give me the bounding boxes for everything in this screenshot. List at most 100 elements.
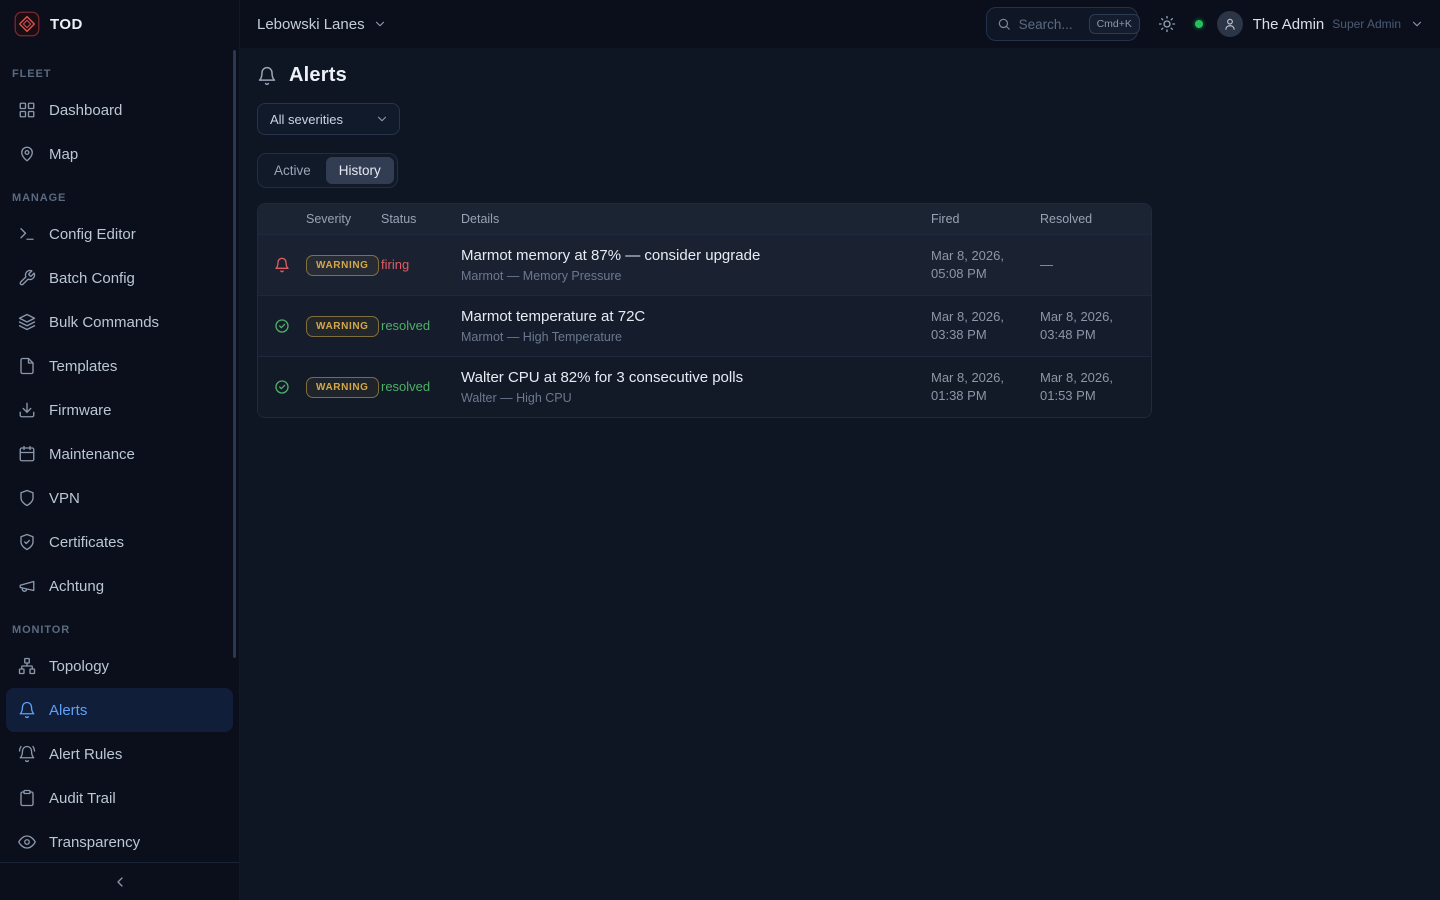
- megaphone-icon: [18, 577, 36, 595]
- nav-label: Batch Config: [49, 270, 135, 287]
- nav-label: Templates: [49, 358, 117, 375]
- avatar: [1217, 11, 1243, 37]
- alerts-table: Severity Status Details Fired Resolved W…: [257, 203, 1152, 418]
- column-header-status: Status: [381, 212, 461, 226]
- tab-active[interactable]: Active: [261, 157, 324, 184]
- column-header-details: Details: [461, 212, 931, 226]
- alert-title: Walter CPU at 82% for 3 consecutive poll…: [461, 369, 931, 386]
- page-title-row: Alerts: [257, 64, 1440, 87]
- sidebar-footer: [0, 862, 239, 900]
- resolved-time: Mar 8, 2026, 03:48 PM: [1040, 308, 1151, 343]
- sidebar-item-alert-rules[interactable]: Alert Rules: [6, 732, 233, 776]
- sidebar-item-transparency[interactable]: Transparency: [6, 820, 233, 862]
- calendar-icon: [18, 445, 36, 463]
- main-column: Lebowski Lanes Cmd+K The Admin Super Adm…: [240, 0, 1440, 900]
- alert-subtitle: Marmot — High Temperature: [461, 330, 931, 344]
- alert-subtitle: Marmot — Memory Pressure: [461, 269, 931, 283]
- status-text: resolved: [381, 379, 430, 394]
- user-role: Super Admin: [1332, 17, 1401, 31]
- topbar: Lebowski Lanes Cmd+K The Admin Super Adm…: [240, 0, 1440, 48]
- topbar-right: Cmd+K The Admin Super Admin: [986, 7, 1424, 41]
- chevron-left-icon: [112, 874, 128, 890]
- chevron-down-icon: [375, 112, 389, 126]
- severity-filter-value: All severities: [270, 112, 343, 127]
- sidebar-item-topology[interactable]: Topology: [6, 644, 233, 688]
- alert-row[interactable]: WARNING resolved Marmot temperature at 7…: [258, 295, 1151, 356]
- bell-ring-icon: [18, 745, 36, 763]
- sidebar-item-bulk-commands[interactable]: Bulk Commands: [6, 300, 233, 344]
- nav-label: Audit Trail: [49, 790, 116, 807]
- nav-section-manage: MANAGE: [0, 176, 239, 212]
- resolved-time: —: [1040, 256, 1151, 274]
- check-circle-icon: [274, 318, 290, 334]
- download-icon: [18, 401, 36, 419]
- nav-label: Firmware: [49, 402, 112, 419]
- nav-label: VPN: [49, 490, 80, 507]
- sun-icon: [1158, 15, 1176, 33]
- org-selector[interactable]: Lebowski Lanes: [257, 16, 387, 33]
- nav-section-fleet: FLEET: [0, 52, 239, 88]
- alert-title: Marmot temperature at 72C: [461, 308, 931, 325]
- content: Alerts All severities Active History Sev…: [240, 48, 1440, 900]
- chevron-down-icon: [1410, 17, 1424, 31]
- file-icon: [18, 357, 36, 375]
- nav-label: Alerts: [49, 702, 87, 719]
- sidebar-scrollbar[interactable]: [233, 50, 236, 658]
- tab-history[interactable]: History: [326, 157, 394, 184]
- nav-label: Topology: [49, 658, 109, 675]
- status-text: firing: [381, 257, 409, 272]
- sidebar-item-achtung[interactable]: Achtung: [6, 564, 233, 608]
- nav-label: Achtung: [49, 578, 104, 595]
- bell-icon: [18, 701, 36, 719]
- status-text: resolved: [381, 318, 430, 333]
- resolved-time: Mar 8, 2026, 01:53 PM: [1040, 369, 1151, 404]
- severity-badge: WARNING: [306, 316, 379, 337]
- brand: TOD: [0, 0, 239, 48]
- alert-title: Marmot memory at 87% — consider upgrade: [461, 247, 931, 264]
- sidebar-item-map[interactable]: Map: [6, 132, 233, 176]
- alert-subtitle: Walter — High CPU: [461, 391, 931, 405]
- sidebar-item-certificates[interactable]: Certificates: [6, 520, 233, 564]
- online-status-dot: [1195, 20, 1203, 28]
- brand-logo-icon: [14, 11, 40, 37]
- sidebar-collapse-button[interactable]: [108, 870, 132, 894]
- brand-name: TOD: [50, 16, 83, 33]
- sidebar-item-maintenance[interactable]: Maintenance: [6, 432, 233, 476]
- search-shortcut-badge: Cmd+K: [1089, 14, 1140, 34]
- column-header-fired: Fired: [931, 212, 1040, 226]
- sidebar-item-vpn[interactable]: VPN: [6, 476, 233, 520]
- fired-time: Mar 8, 2026, 05:08 PM: [931, 247, 1040, 282]
- alert-row[interactable]: WARNING resolved Walter CPU at 82% for 3…: [258, 356, 1151, 417]
- sidebar-nav: FLEET Dashboard Map MANAGE Config Editor…: [0, 48, 239, 862]
- table-header-row: Severity Status Details Fired Resolved: [258, 204, 1151, 234]
- sidebar-item-alerts[interactable]: Alerts: [6, 688, 233, 732]
- alert-row[interactable]: WARNING firing Marmot memory at 87% — co…: [258, 234, 1151, 295]
- severity-filter-select[interactable]: All severities: [257, 103, 400, 135]
- fired-time: Mar 8, 2026, 03:38 PM: [931, 308, 1040, 343]
- search-input[interactable]: [1019, 17, 1081, 32]
- network-icon: [18, 657, 36, 675]
- column-header-resolved: Resolved: [1040, 212, 1151, 226]
- search-icon: [997, 17, 1011, 31]
- alerts-bell-icon: [257, 66, 277, 86]
- terminal-icon: [18, 225, 36, 243]
- theme-toggle-button[interactable]: [1158, 15, 1176, 33]
- sidebar: TOD FLEET Dashboard Map MANAGE Config Ed…: [0, 0, 240, 900]
- chevron-down-icon: [373, 17, 387, 31]
- nav-label: Transparency: [49, 834, 140, 851]
- nav-label: Alert Rules: [49, 746, 122, 763]
- nav-label: Bulk Commands: [49, 314, 159, 331]
- sidebar-item-config-editor[interactable]: Config Editor: [6, 212, 233, 256]
- sidebar-item-firmware[interactable]: Firmware: [6, 388, 233, 432]
- severity-badge: WARNING: [306, 255, 379, 276]
- shield-icon: [18, 489, 36, 507]
- wrench-icon: [18, 269, 36, 287]
- sidebar-item-audit-trail[interactable]: Audit Trail: [6, 776, 233, 820]
- alerts-tabs: Active History: [257, 153, 398, 188]
- user-menu[interactable]: The Admin Super Admin: [1217, 11, 1424, 37]
- search-box[interactable]: Cmd+K: [986, 7, 1138, 41]
- column-header-severity: Severity: [306, 212, 381, 226]
- sidebar-item-templates[interactable]: Templates: [6, 344, 233, 388]
- sidebar-item-batch-config[interactable]: Batch Config: [6, 256, 233, 300]
- sidebar-item-dashboard[interactable]: Dashboard: [6, 88, 233, 132]
